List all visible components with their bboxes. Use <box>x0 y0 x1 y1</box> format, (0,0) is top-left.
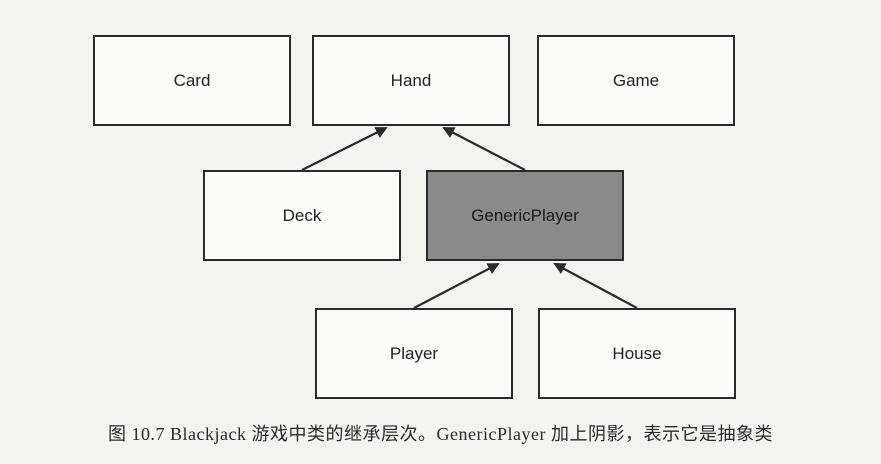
arrow-deck-to-hand <box>301 127 388 171</box>
class-label-card: Card <box>173 70 211 90</box>
class-box-game: Game <box>537 35 735 126</box>
class-box-card: Card <box>93 35 291 126</box>
class-label-player: Player <box>389 343 439 363</box>
class-box-player: Player <box>315 308 513 399</box>
class-label-hand: Hand <box>390 70 432 90</box>
arrow-player-to-generic-player <box>413 263 500 309</box>
class-box-deck: Deck <box>203 170 401 261</box>
class-label-house: House <box>612 343 662 363</box>
arrow-generic-player-to-hand <box>442 127 526 171</box>
class-box-generic-player: GenericPlayer <box>426 170 624 261</box>
arrow-house-to-generic-player <box>553 263 638 309</box>
class-label-deck: Deck <box>282 205 322 225</box>
class-label-game: Game <box>612 70 660 90</box>
diagram-page: Card Hand Game Deck GenericPlayer Player… <box>0 0 881 464</box>
figure-caption: 图 10.7 Blackjack 游戏中类的继承层次。GenericPlayer… <box>108 424 773 444</box>
class-box-hand: Hand <box>312 35 510 126</box>
class-box-house: House <box>538 308 736 399</box>
class-label-generic-player: GenericPlayer <box>471 205 579 225</box>
